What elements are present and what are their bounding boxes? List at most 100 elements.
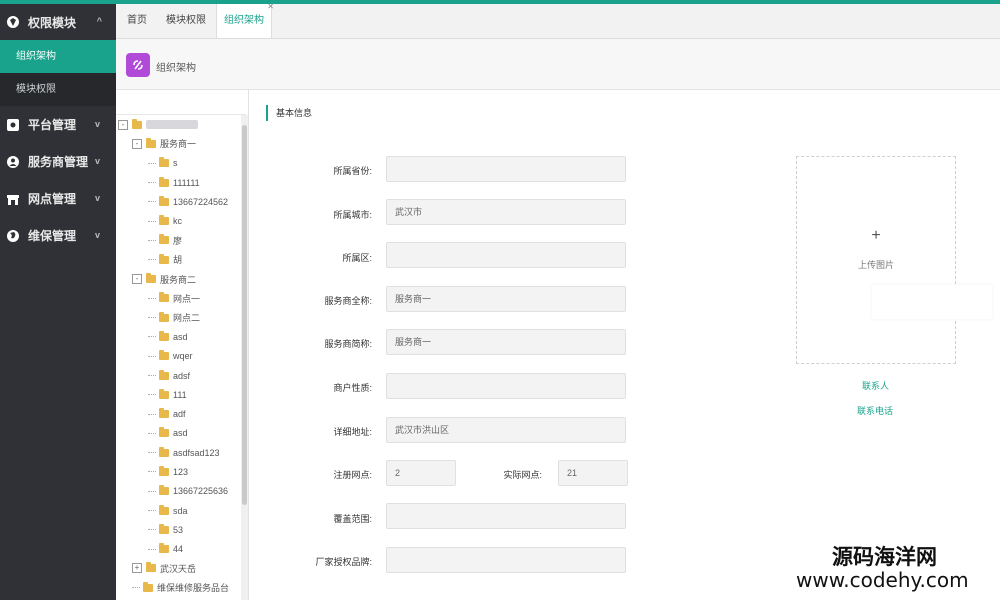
tree-node-label: kc — [173, 216, 182, 227]
brand-field[interactable] — [386, 547, 626, 573]
sidebar-group-label: 维保管理 — [28, 229, 77, 243]
sidebar-module-permissions[interactable]: 权限模块 ^ — [0, 4, 116, 40]
tree-node[interactable]: 111 — [116, 385, 240, 404]
nature-field[interactable] — [386, 373, 626, 399]
shortname-label: 服务商简称: — [324, 339, 372, 349]
tree-connector — [148, 317, 156, 319]
contact-link[interactable]: 联系人 — [862, 379, 889, 392]
tree-node[interactable]: - 服务商一 — [116, 134, 240, 153]
tree-node[interactable]: 111111 — [116, 173, 240, 192]
tree-node[interactable]: + 武汉天岳 — [116, 559, 240, 578]
sidebar-module-title: 权限模块 — [28, 15, 77, 30]
folder-icon — [159, 234, 169, 245]
tree-node[interactable]: - — [116, 115, 240, 134]
chevron-up-icon: ^ — [96, 16, 102, 26]
folder-icon — [159, 369, 169, 380]
section-title: 基本信息 — [266, 105, 312, 121]
collapse-icon[interactable]: - — [132, 138, 142, 149]
tree-node-label: 廖 — [173, 235, 183, 246]
tab-label: 组织架构 — [224, 15, 264, 26]
tree-list: - - 服务商一 s 111111 13667224562 kc 廖胡 - 服务商二 网点一 网点二 a… — [116, 115, 240, 597]
coverage-label: 覆盖范围: — [333, 514, 372, 524]
tree-node[interactable]: 13667224562 — [116, 192, 240, 211]
tree-node[interactable]: kc — [116, 211, 240, 230]
tree-node[interactable]: adf — [116, 404, 240, 423]
tree-node[interactable]: adsf — [116, 366, 240, 385]
nature-label: 商户性质: — [333, 383, 372, 393]
tree-node[interactable]: 维保维修服务品台 — [116, 578, 240, 597]
upload-label: 上传图片 — [857, 260, 894, 270]
tree-node-label: 武汉天岳 — [160, 563, 197, 574]
scrollbar-thumb[interactable] — [242, 125, 247, 505]
sidebar-group-outlet[interactable]: 网点管理 v — [0, 180, 116, 217]
tree-node[interactable]: 网点一 — [116, 289, 240, 308]
sidebar-item-module-permissions[interactable]: 模块权限 — [0, 73, 116, 106]
tree-node[interactable]: asdfsad123 — [116, 443, 240, 462]
collapse-icon[interactable]: - — [118, 119, 128, 130]
tree-node[interactable]: wqer — [116, 347, 240, 366]
tree-node-label: asd — [173, 428, 188, 439]
fullname-field[interactable]: 服务商一 — [386, 286, 626, 312]
tree-node[interactable]: 13667225636 — [116, 482, 240, 501]
watermark-url: www.codehy.com — [796, 568, 969, 592]
tree-node[interactable]: 廖 — [116, 231, 240, 250]
folder-icon — [159, 543, 169, 554]
folder-icon — [159, 408, 169, 419]
tree-connector — [148, 529, 156, 531]
city-label: 所属城市: — [333, 210, 372, 220]
plus-icon: + — [871, 227, 881, 244]
tree-node[interactable]: sda — [116, 501, 240, 520]
city-field[interactable]: 武汉市 — [386, 199, 626, 225]
sidebar-item-org-structure[interactable]: 组织架构 — [0, 40, 116, 73]
folder-icon — [159, 330, 169, 341]
sidebar-group-label: 平台管理 — [28, 118, 77, 132]
upload-image-box[interactable]: + 上传图片 — [796, 156, 956, 364]
sidebar-group-provider[interactable]: 服务商管理 v — [0, 143, 116, 180]
chevron-down-icon: v — [94, 156, 100, 166]
district-field[interactable] — [386, 242, 626, 268]
tree-node[interactable]: 胡 — [116, 250, 240, 269]
tree-node[interactable]: s — [116, 154, 240, 173]
tree-node[interactable]: asd — [116, 424, 240, 443]
tree-connector — [148, 239, 156, 241]
coverage-field[interactable] — [386, 503, 626, 529]
sidebar-group-maintenance[interactable]: 维保管理 v — [0, 217, 116, 254]
tree-node-label: 53 — [173, 524, 184, 535]
tree-node-label: 13667224562 — [173, 196, 229, 207]
tree-connector — [148, 220, 156, 222]
shortname-field[interactable]: 服务商一 — [386, 329, 626, 355]
phone-link[interactable]: 联系电话 — [857, 404, 893, 417]
tree-scrollbar[interactable] — [241, 115, 248, 600]
tree-connector — [148, 375, 156, 376]
folder-icon — [159, 485, 169, 496]
expand-icon[interactable]: + — [132, 563, 142, 574]
tab-org-structure[interactable]: 组织架构 ✕ — [216, 2, 274, 38]
sidebar-group-platform[interactable]: 平台管理 v — [0, 106, 116, 143]
close-icon[interactable]: ✕ — [267, 2, 274, 12]
tree-node[interactable]: 44 — [116, 540, 240, 559]
actual-outlets-field[interactable]: 21 — [558, 460, 628, 486]
tree-node[interactable]: 123 — [116, 462, 240, 481]
tab-module-permissions[interactable]: 模块权限 — [160, 4, 212, 38]
folder-icon — [159, 157, 169, 168]
tree-node[interactable]: asd — [116, 327, 240, 346]
tab-home[interactable]: 首页 — [120, 4, 154, 38]
folder-icon — [146, 562, 156, 573]
tree-node[interactable]: - 服务商二 — [116, 269, 240, 288]
fullname-label: 服务商全称: — [324, 296, 372, 306]
tree-connector — [148, 182, 156, 184]
chevron-down-icon: v — [94, 119, 100, 129]
folder-icon — [159, 388, 169, 399]
tree-connector — [148, 355, 156, 357]
tree-node[interactable]: 53 — [116, 520, 240, 539]
page-header: 组织架构 — [116, 39, 1000, 90]
tree-node-label: 111111 — [173, 177, 200, 188]
province-field[interactable] — [386, 156, 626, 182]
watermark-title: 源码海洋网 — [832, 545, 937, 569]
tree-node-label: 网点一 — [173, 293, 201, 304]
collapse-icon[interactable]: - — [132, 274, 142, 285]
tree-connector — [148, 490, 156, 492]
tree-search-input[interactable] — [116, 94, 246, 115]
address-field[interactable]: 武汉市洪山区 — [386, 417, 626, 443]
tree-node[interactable]: 网点二 — [116, 308, 240, 327]
